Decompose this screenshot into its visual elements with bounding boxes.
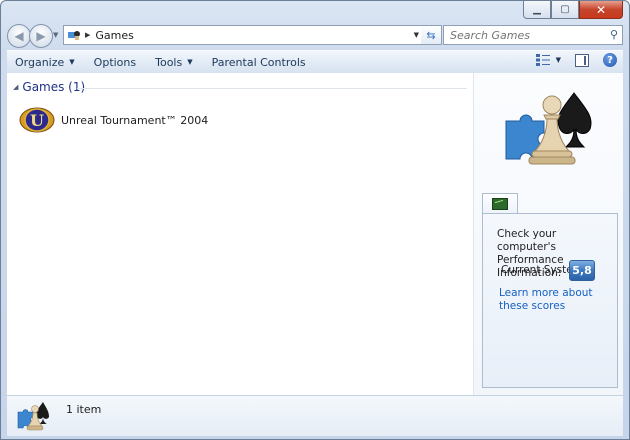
details-pane: 1 item	[7, 395, 623, 436]
help-button[interactable]: ?	[603, 53, 617, 67]
games-folder-icon	[68, 31, 80, 40]
breadcrumb-separator-icon[interactable]: ▶	[85, 31, 90, 39]
help-icon: ?	[607, 54, 613, 66]
organize-label: Organize	[15, 55, 65, 69]
svg-text:U: U	[30, 111, 44, 130]
games-list-pane[interactable]: ◢ Games (1) U Unreal Tournament™ 2004	[7, 73, 473, 395]
game-item[interactable]: U Unreal Tournament™ 2004	[19, 105, 208, 135]
toolbar-right: ▼ ?	[535, 53, 617, 67]
search-box[interactable]: ⚲	[443, 25, 623, 45]
details-side-pane: Check your computer's Performance Inform…	[473, 73, 623, 395]
search-input[interactable]	[444, 28, 600, 42]
content-area: ◢ Games (1) U Unreal Tournament™ 2004 Ch…	[7, 73, 623, 395]
command-bar: Organize ▼ Options Tools ▼ Parental Cont…	[7, 50, 623, 74]
games-explorer-window: ▁ ▢ ✕ ◀ ▶ ▼ ▶ Games ▼ ⇆ ⚲ Organize ▼	[0, 0, 630, 440]
refresh-icon: ⇆	[426, 28, 436, 42]
forward-button[interactable]: ▶	[29, 24, 53, 48]
maximize-button[interactable]: ▢	[551, 1, 579, 19]
change-view-button[interactable]: ▼	[535, 54, 561, 66]
close-button[interactable]: ✕	[579, 1, 623, 19]
minimize-button[interactable]: ▁	[523, 1, 551, 19]
chevron-down-icon: ▼	[69, 58, 75, 66]
back-button[interactable]: ◀	[7, 24, 31, 48]
tools-label: Tools	[155, 55, 183, 69]
caption-buttons: ▁ ▢ ✕	[523, 1, 623, 19]
game-name[interactable]: Unreal Tournament™ 2004	[61, 114, 208, 127]
group-header[interactable]: ◢ Games (1)	[13, 80, 85, 94]
performance-score-badge[interactable]: 5,8	[569, 260, 595, 281]
address-dropdown-icon[interactable]: ▼	[414, 31, 419, 39]
options-label: Options	[93, 55, 137, 69]
options-button[interactable]: Options	[86, 51, 147, 73]
parental-controls-label: Parental Controls	[211, 55, 306, 69]
recent-pages-dropdown[interactable]: ▼	[53, 31, 58, 39]
performance-monitor-icon	[492, 198, 508, 210]
tools-menu[interactable]: Tools ▼	[147, 51, 204, 73]
arrow-right-icon: ▶	[36, 29, 46, 43]
organize-menu[interactable]: Organize ▼	[7, 51, 86, 73]
arrow-left-icon: ◀	[14, 29, 24, 43]
address-row: ◀ ▶ ▼ ▶ Games ▼ ⇆ ⚲	[7, 23, 623, 48]
chevron-down-icon: ▼	[187, 58, 193, 66]
address-bar[interactable]: ▶ Games ▼	[63, 25, 423, 45]
search-icon[interactable]: ⚲	[610, 28, 618, 41]
preview-pane-button[interactable]	[575, 53, 589, 67]
performance-tab[interactable]	[482, 193, 518, 214]
breadcrumb-games[interactable]: Games	[95, 29, 133, 42]
games-puzzle-chess-icon	[17, 402, 49, 431]
views-icon	[535, 54, 550, 66]
learn-more-link[interactable]: Learn more about these scores	[499, 287, 609, 313]
chevron-down-icon: ▼	[555, 56, 561, 64]
unreal-tournament-icon: U	[19, 107, 55, 133]
item-count: 1 item	[66, 403, 102, 416]
refresh-button[interactable]: ⇆	[421, 25, 442, 45]
group-title[interactable]: Games (1)	[22, 80, 85, 94]
group-divider	[77, 88, 467, 89]
games-puzzle-chess-icon	[505, 92, 592, 165]
parental-controls-button[interactable]: Parental Controls	[204, 51, 317, 73]
performance-panel: Check your computer's Performance Inform…	[482, 213, 618, 388]
collapse-triangle-icon[interactable]: ◢	[13, 83, 18, 91]
